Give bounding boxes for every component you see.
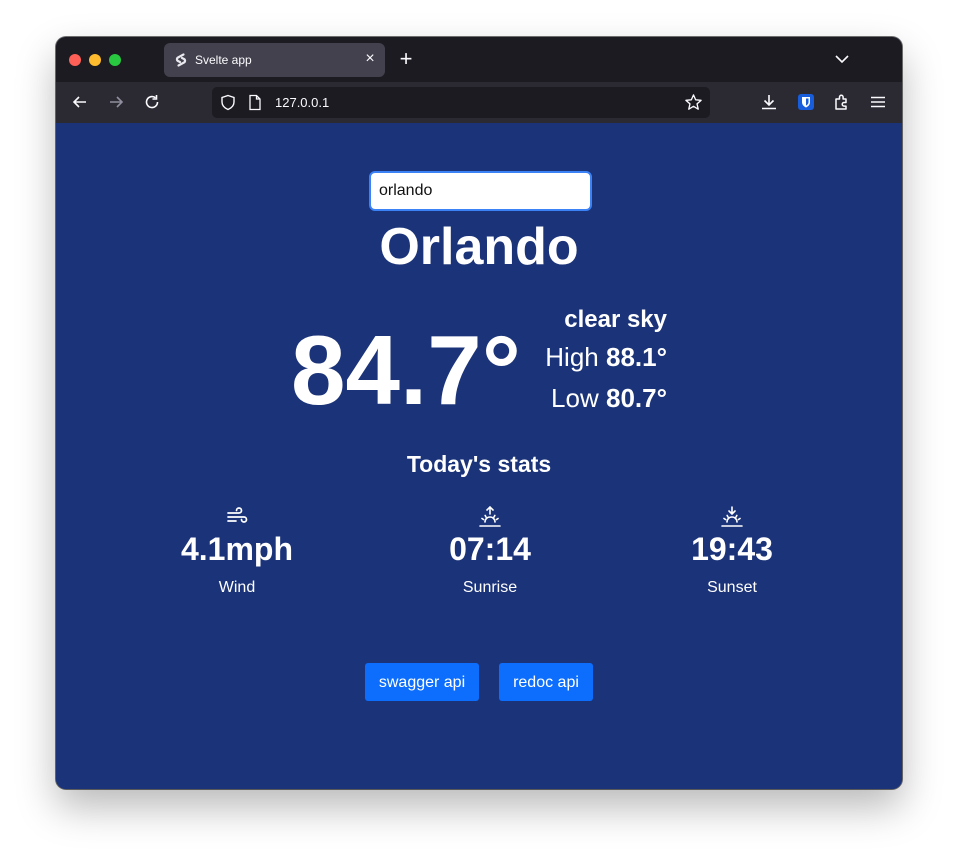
reload-icon[interactable] (142, 92, 162, 112)
high-value: 88.1° (605, 342, 667, 372)
sunrise-label: Sunrise (462, 579, 518, 596)
downloads-icon[interactable] (759, 92, 779, 112)
sunrise-value: 07:14 (449, 531, 531, 567)
forward-arrow-icon[interactable] (106, 92, 126, 112)
navigation-bar: 127.0.0.1 (56, 82, 902, 123)
bitwarden-icon[interactable] (796, 92, 816, 112)
swagger-api-button[interactable]: swagger api (365, 663, 479, 701)
high-temperature: High 88.1° (545, 342, 667, 373)
chevron-down-icon[interactable] (833, 50, 851, 68)
bookmark-star-icon[interactable] (684, 93, 703, 112)
stats-title: Today's stats (406, 451, 552, 477)
shield-icon[interactable] (220, 94, 236, 111)
city-search-input[interactable] (369, 171, 592, 211)
sunrise-icon (479, 505, 501, 527)
low-temperature: Low 80.7° (551, 383, 667, 414)
tab-bar: Svelte app × + (56, 37, 902, 82)
page-content: Orlando 84.7° clear sky High 88.1° Low 8… (56, 123, 902, 789)
high-label: High (545, 342, 599, 372)
wind-icon (227, 507, 248, 523)
svelte-logo-icon (175, 53, 187, 67)
sunset-icon (721, 506, 743, 527)
stat-sunset: 19:43 Sunset (632, 505, 832, 597)
low-value: 80.7° (605, 383, 667, 413)
back-arrow-icon[interactable] (70, 92, 90, 112)
menu-icon[interactable] (868, 92, 888, 112)
current-temperature: 84.7° (291, 315, 521, 425)
url-text: 127.0.0.1 (275, 95, 330, 110)
page-icon (249, 94, 261, 111)
address-bar[interactable]: 127.0.0.1 (212, 87, 710, 118)
weather-description: clear sky (564, 306, 667, 333)
close-window-button[interactable] (69, 54, 81, 66)
browser-tab[interactable]: Svelte app × (164, 43, 385, 77)
extensions-icon[interactable] (832, 92, 852, 112)
redoc-api-button[interactable]: redoc api (499, 663, 593, 701)
sunset-value: 19:43 (691, 531, 773, 567)
stat-wind: 4.1mph Wind (137, 505, 337, 597)
tab-title: Svelte app (195, 53, 252, 67)
browser-window: Svelte app × + 127.0.0.1 orlando Orlando… (56, 37, 902, 789)
stat-sunrise: 07:14 Sunrise (390, 505, 590, 597)
wind-label: Wind (218, 579, 256, 596)
close-tab-icon[interactable]: × (361, 49, 379, 69)
minimize-window-button[interactable] (89, 54, 101, 66)
city-name: Orlando (379, 218, 579, 276)
maximize-window-button[interactable] (109, 54, 121, 66)
new-tab-icon[interactable]: + (395, 48, 417, 70)
sunset-label: Sunset (707, 579, 757, 596)
wind-value: 4.1mph (180, 531, 294, 567)
low-label: Low (551, 383, 599, 413)
